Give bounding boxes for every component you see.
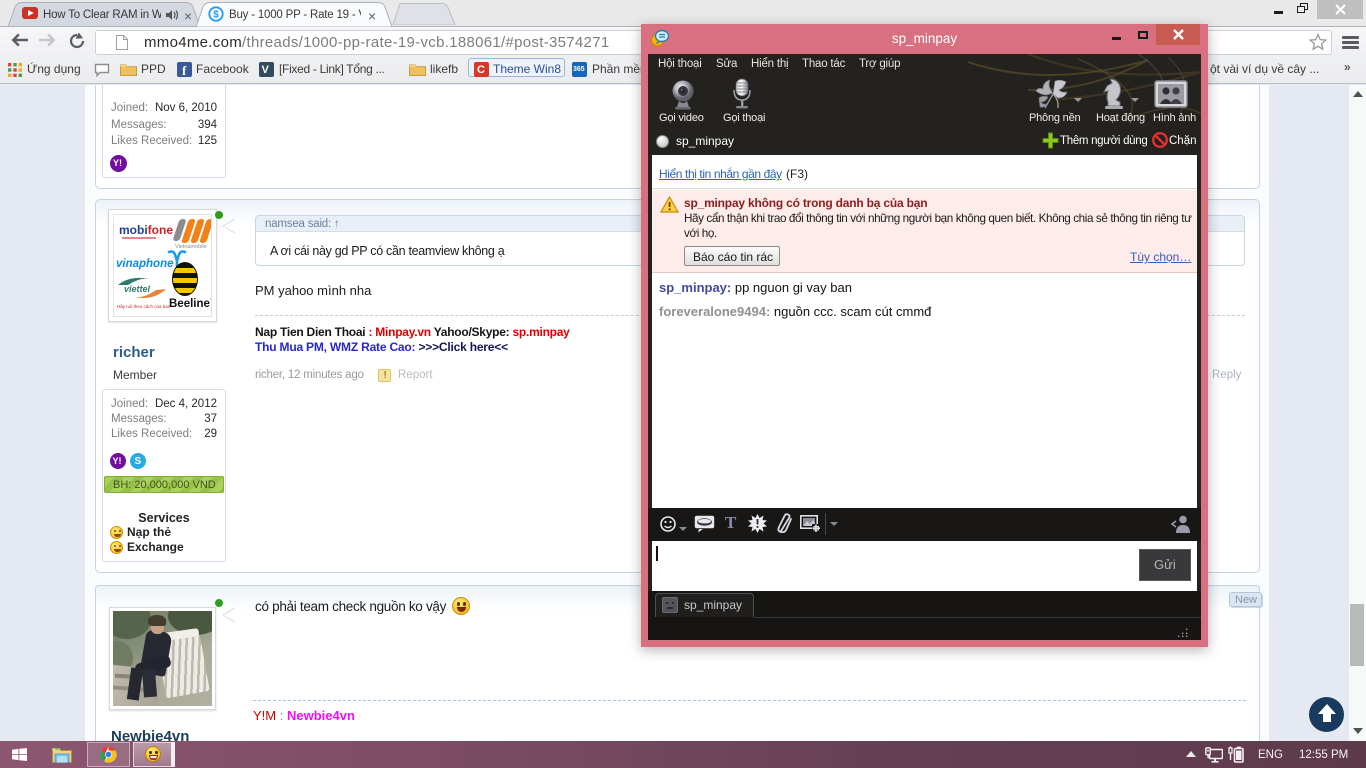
svg-text:$: $ (213, 10, 219, 21)
svg-text:viettel: viettel (124, 284, 151, 294)
